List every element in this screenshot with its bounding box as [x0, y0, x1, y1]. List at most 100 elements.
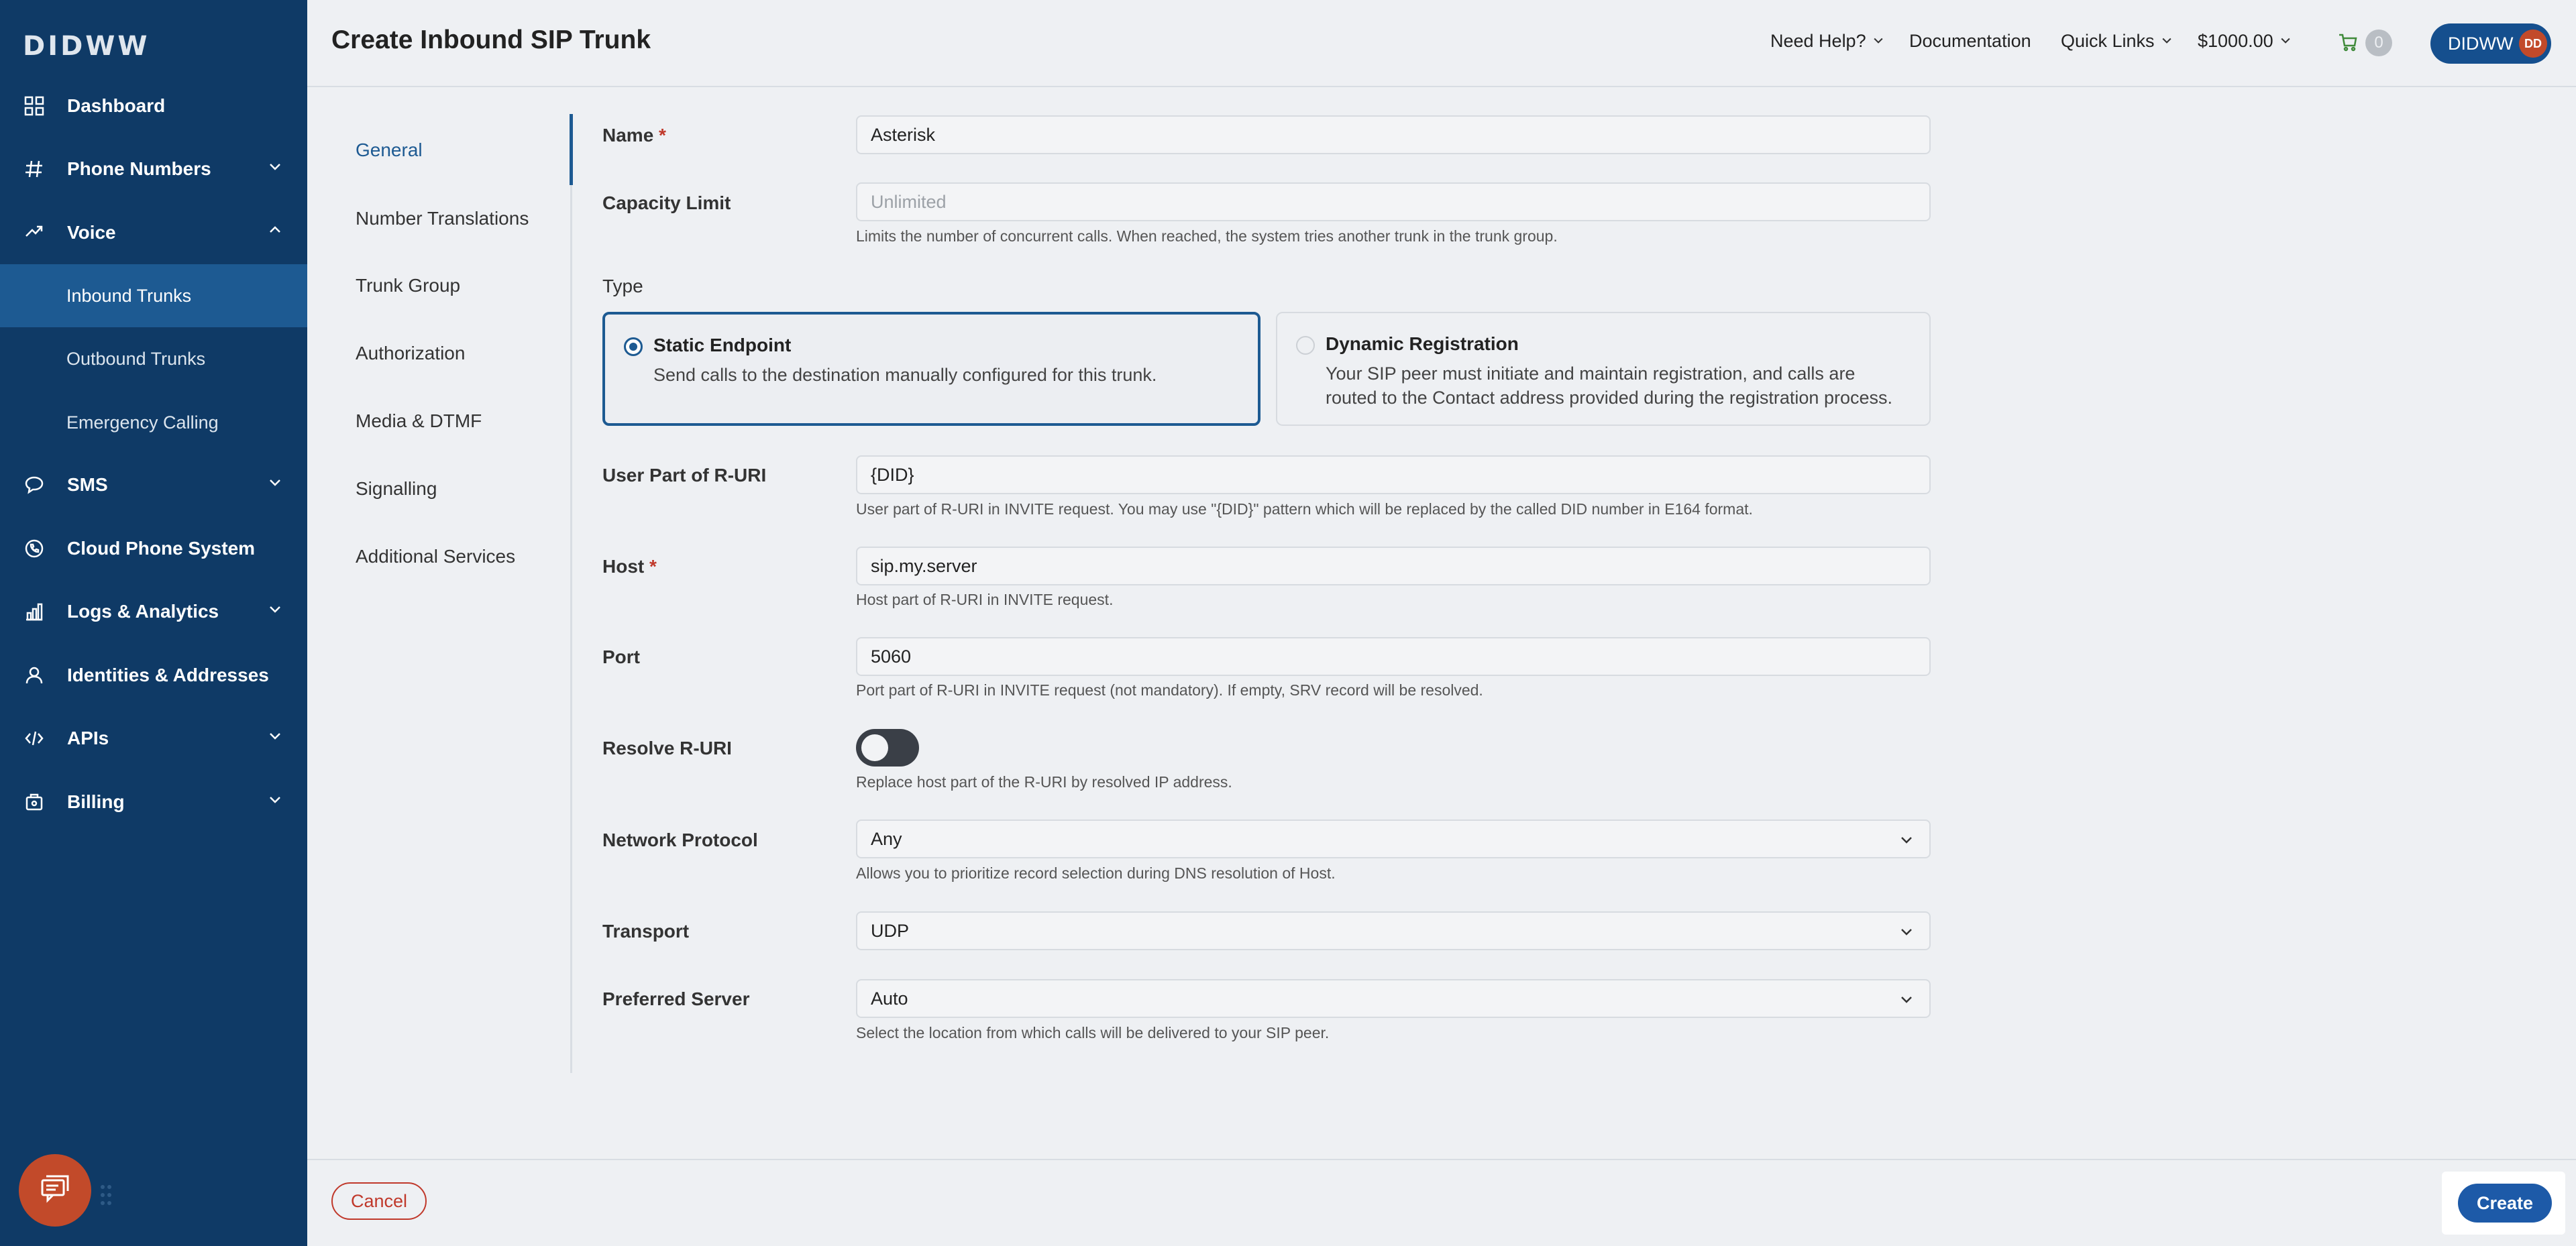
sidebar-item-label: Phone Numbers	[67, 158, 211, 179]
tab-media-dtmf[interactable]: Media & DTMF	[356, 410, 482, 432]
sidebar-item-label: APIs	[67, 728, 109, 748]
tab-authorization[interactable]: Authorization	[356, 343, 465, 364]
cart-count-badge: 0	[2365, 30, 2392, 56]
dynamic-registration-option[interactable]: Dynamic Registration Your SIP peer must …	[1276, 312, 1931, 426]
sidebar-item-emergency-calling[interactable]: Emergency Calling	[0, 391, 307, 454]
cancel-button[interactable]: Cancel	[331, 1182, 427, 1220]
resolve-ruri-help: Replace host part of the R-URI by resolv…	[856, 773, 1232, 791]
transport-select[interactable]: UDP	[856, 911, 1931, 950]
sidebar-item-sms[interactable]: SMS	[0, 453, 307, 516]
header: Create Inbound SIP Trunk Need Help? Docu…	[307, 0, 2576, 87]
sidebar-item-outbound-trunks[interactable]: Outbound Trunks	[0, 327, 307, 390]
static-endpoint-desc: Send calls to the destination manually c…	[653, 365, 1157, 385]
chevron-down-icon	[267, 473, 283, 495]
balance-label: $1000.00	[2198, 31, 2273, 51]
port-input[interactable]: 5060	[856, 637, 1931, 676]
name-input[interactable]: Asterisk	[856, 115, 1931, 154]
network-protocol-select[interactable]: Any	[856, 819, 1931, 858]
capacity-limit-help: Limits the number of concurrent calls. W…	[856, 227, 1558, 245]
tab-signalling[interactable]: Signalling	[356, 478, 437, 500]
sidebar-item-dashboard[interactable]: Dashboard	[0, 74, 307, 137]
cart-icon[interactable]	[2338, 32, 2358, 56]
chat-icon	[23, 473, 46, 496]
radio-unselected	[1296, 336, 1315, 355]
resolve-ruri-label: Resolve R-URI	[602, 738, 732, 758]
support-chat-button[interactable]	[19, 1154, 91, 1227]
dynamic-registration-title: Dynamic Registration	[1326, 333, 1519, 354]
billing-icon	[23, 791, 46, 813]
chevron-down-icon	[267, 158, 283, 179]
chevron-down-icon	[1898, 923, 1915, 944]
sidebar-item-cloud-phone-system[interactable]: Cloud Phone System	[0, 517, 307, 580]
preferred-server-value: Auto	[871, 988, 908, 1009]
sidebar-item-label: Billing	[67, 791, 125, 812]
network-protocol-label: Network Protocol	[602, 830, 758, 850]
chevron-up-icon	[267, 221, 283, 243]
sidebar-item-billing[interactable]: Billing	[0, 771, 307, 834]
bar-chart-icon	[23, 600, 46, 623]
documentation-link[interactable]: Documentation	[1909, 31, 2031, 52]
tab-general[interactable]: General	[356, 139, 423, 161]
tab-trunk-group[interactable]: Trunk Group	[356, 275, 460, 296]
create-button[interactable]: Create	[2458, 1184, 2552, 1223]
sidebar: DIDWW Dashboard Phone Numbers Voice Inbo…	[0, 0, 307, 1246]
quick-links-menu[interactable]: Quick Links	[2061, 31, 2174, 52]
chat-bubble-icon	[38, 1172, 72, 1209]
code-icon	[23, 727, 46, 750]
need-help-menu[interactable]: Need Help?	[1770, 31, 1885, 52]
sidebar-item-logs-analytics[interactable]: Logs & Analytics	[0, 580, 307, 643]
create-button-highlight: Create	[2442, 1172, 2565, 1235]
logo: DIDWW	[23, 31, 150, 62]
page-title: Create Inbound SIP Trunk	[331, 25, 651, 54]
quick-links-label: Quick Links	[2061, 31, 2155, 51]
tab-additional-services[interactable]: Additional Services	[356, 546, 515, 567]
phone-icon	[23, 537, 46, 560]
chevron-down-icon	[267, 727, 283, 748]
account-menu-button[interactable]: DIDWW DD	[2430, 23, 2551, 64]
host-label: Host *	[602, 556, 657, 577]
drag-handle-icon[interactable]	[99, 1183, 113, 1210]
name-label: Name *	[602, 125, 666, 146]
type-label: Type	[602, 276, 643, 296]
chevron-down-icon	[1898, 832, 1915, 852]
port-help: Port part of R-URI in INVITE request (no…	[856, 681, 1483, 699]
sidebar-item-identities-addresses[interactable]: Identities & Addresses	[0, 644, 307, 707]
grid-icon	[23, 95, 46, 117]
user-part-ruri-label: User Part of R-URI	[602, 465, 767, 486]
sidebar-item-label: Dashboard	[67, 95, 166, 116]
capacity-limit-label: Capacity Limit	[602, 192, 731, 213]
chevron-down-icon	[1872, 31, 1885, 52]
subnav-divider	[570, 114, 572, 1073]
sidebar-item-apis[interactable]: APIs	[0, 707, 307, 770]
sidebar-item-inbound-trunks[interactable]: Inbound Trunks	[0, 264, 307, 327]
transport-label: Transport	[602, 921, 690, 942]
balance-menu[interactable]: $1000.00	[2198, 31, 2292, 52]
chevron-down-icon	[2160, 31, 2174, 52]
subnav-active-indicator	[570, 114, 573, 185]
capacity-limit-input[interactable]: Unlimited	[856, 182, 1931, 221]
chevron-down-icon	[1898, 991, 1915, 1012]
tab-number-translations[interactable]: Number Translations	[356, 208, 529, 229]
footer-divider	[307, 1159, 2576, 1160]
preferred-server-select[interactable]: Auto	[856, 979, 1931, 1018]
voice-icon	[23, 221, 46, 244]
user-part-ruri-input[interactable]: {DID}	[856, 455, 1931, 494]
static-endpoint-title: Static Endpoint	[653, 335, 792, 355]
radio-selected	[624, 337, 643, 356]
port-label: Port	[602, 646, 640, 667]
sidebar-item-voice[interactable]: Voice	[0, 201, 307, 264]
sidebar-item-label: Logs & Analytics	[67, 601, 219, 622]
resolve-ruri-toggle[interactable]	[856, 729, 919, 767]
chevron-down-icon	[267, 791, 283, 812]
static-endpoint-option[interactable]: Static Endpoint Send calls to the destin…	[602, 312, 1260, 426]
chevron-down-icon	[2279, 31, 2292, 52]
need-help-label: Need Help?	[1770, 31, 1866, 51]
dynamic-registration-desc: Your SIP peer must initiate and maintain…	[1326, 363, 1892, 408]
preferred-server-help: Select the location from which calls wil…	[856, 1024, 1330, 1041]
host-input[interactable]: sip.my.server	[856, 547, 1931, 585]
transport-value: UDP	[871, 920, 910, 941]
sidebar-item-phone-numbers[interactable]: Phone Numbers	[0, 137, 307, 201]
network-protocol-help: Allows you to prioritize record selectio…	[856, 864, 1336, 882]
avatar: DD	[2519, 30, 2547, 58]
chevron-down-icon	[267, 600, 283, 622]
